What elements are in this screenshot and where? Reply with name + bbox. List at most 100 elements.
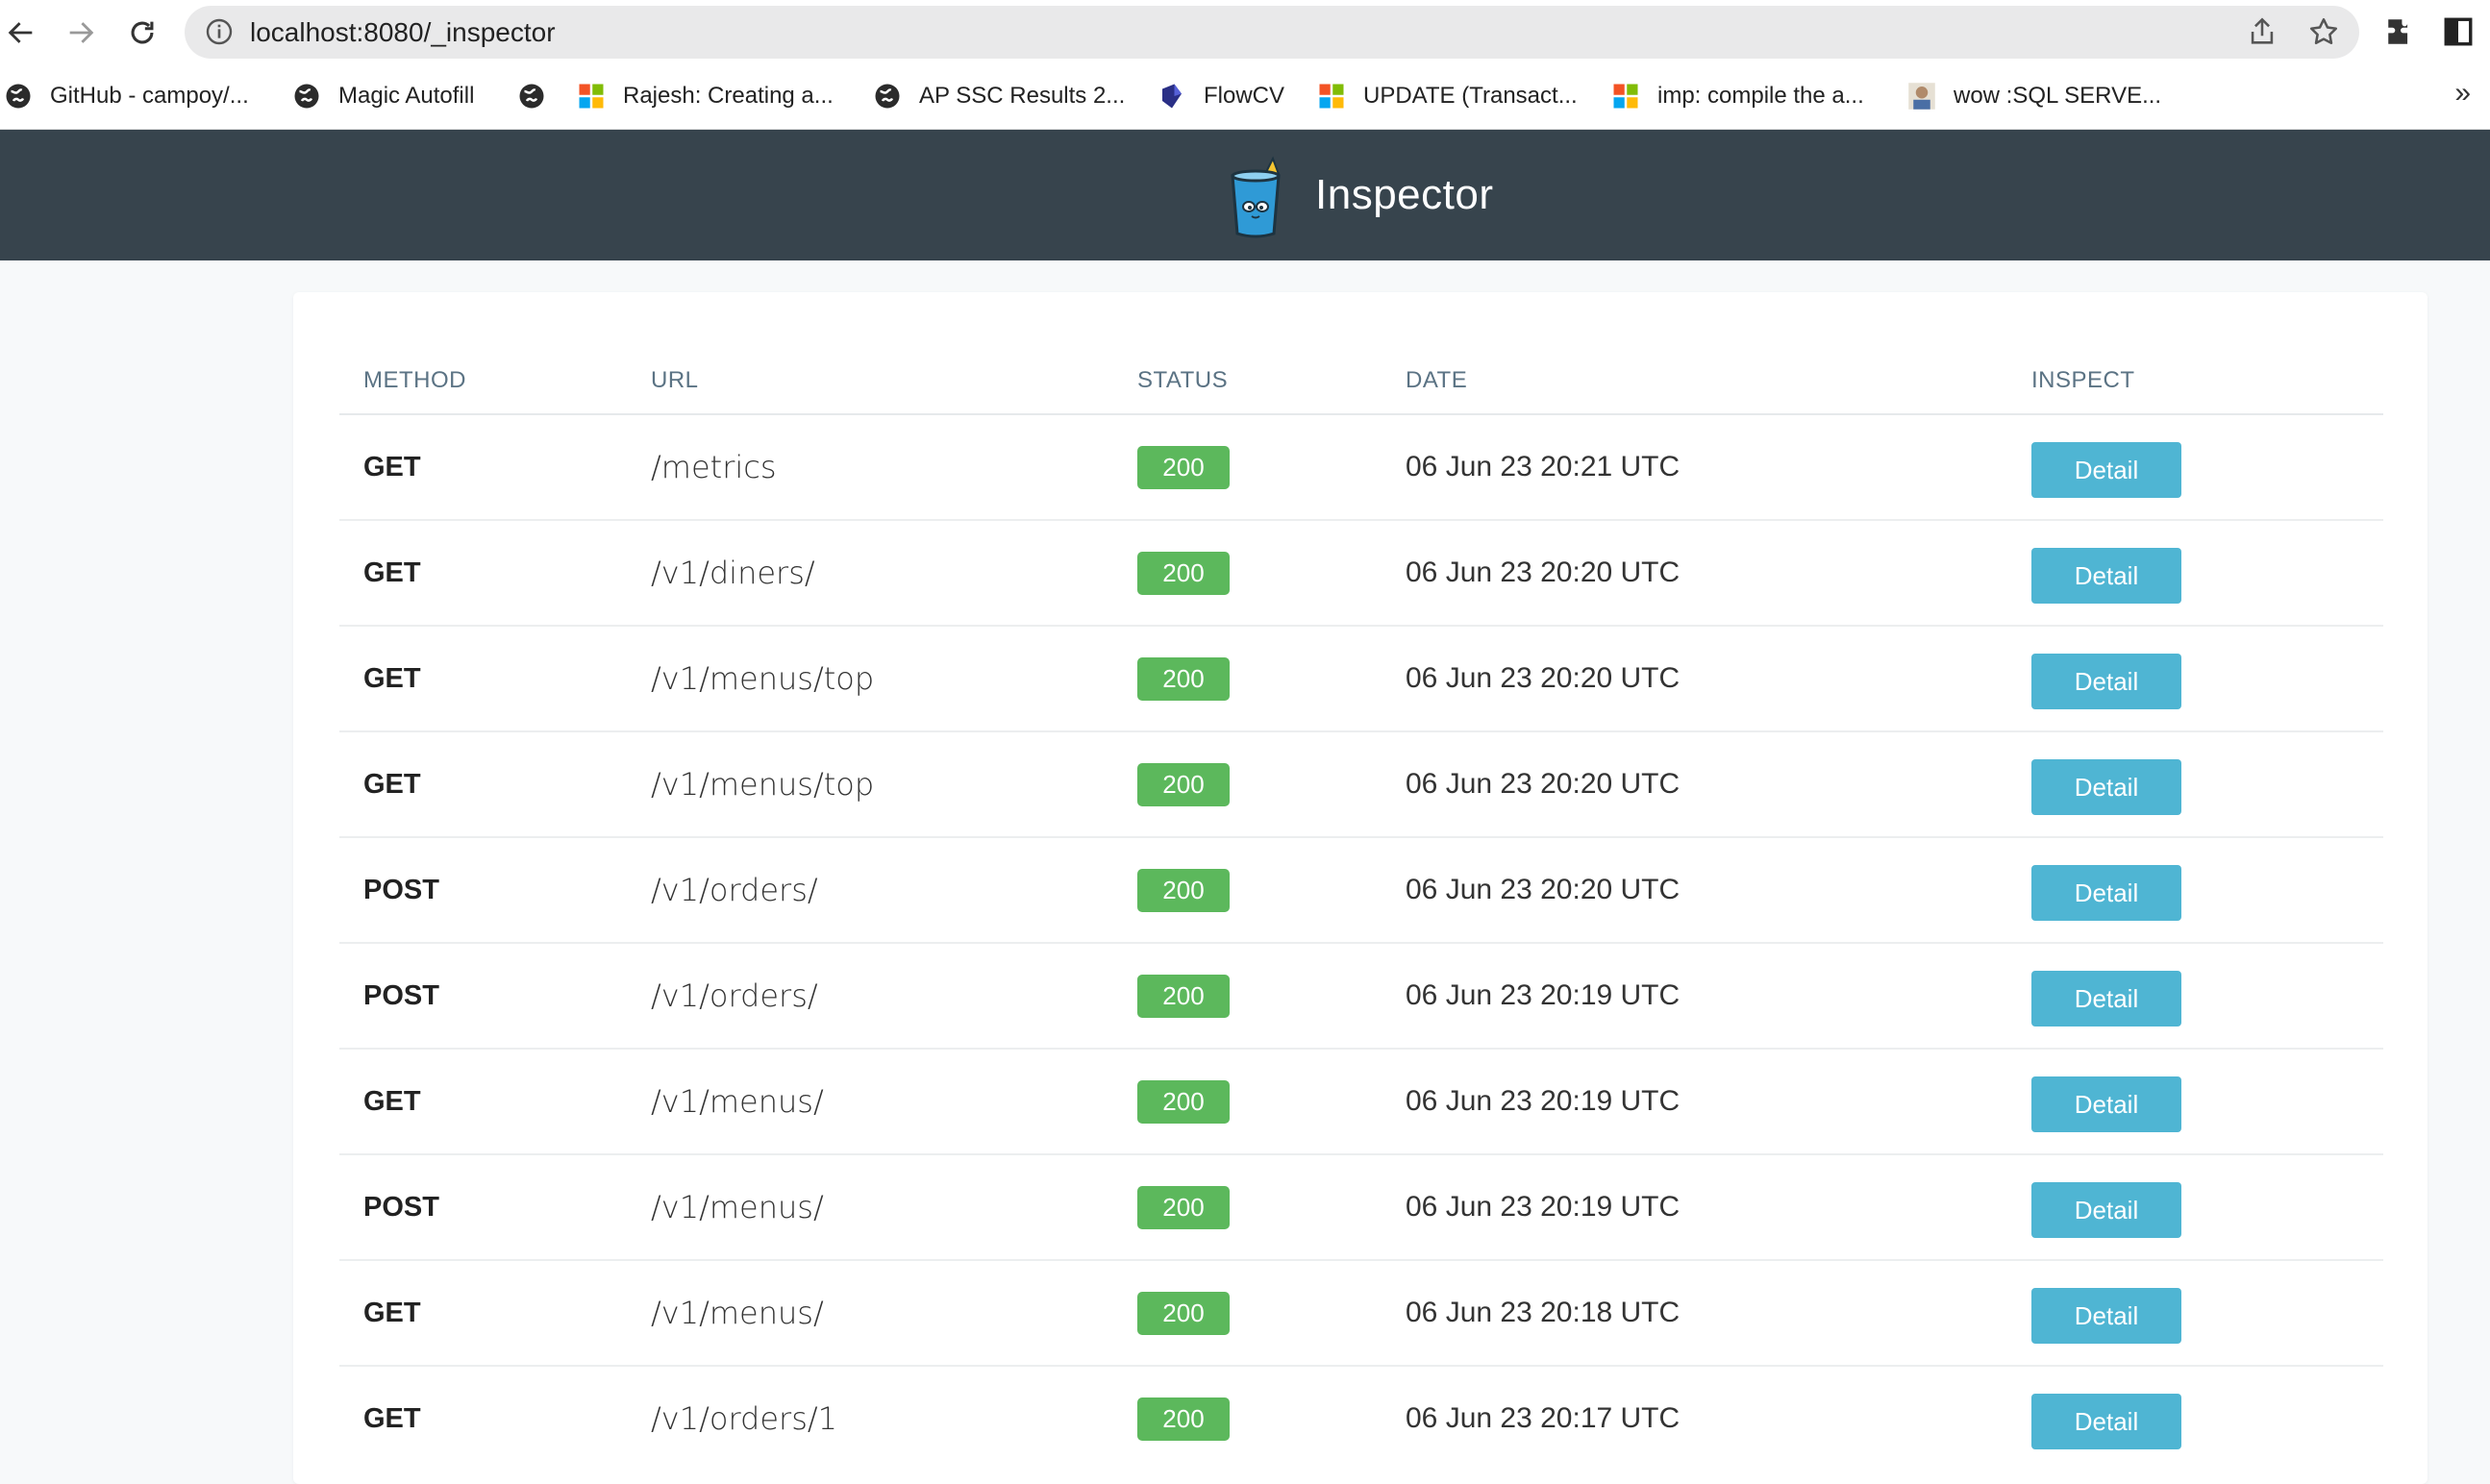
bookmark-item[interactable]: AP SSC Results 2... [873,77,1125,115]
arrow-left-icon [8,22,33,43]
status-badge: 200 [1137,1291,1230,1335]
method-cell: GET [363,662,421,694]
detail-button[interactable]: Detail [2031,865,2181,921]
arrow-right-icon [69,22,94,43]
requests-table: METHOD URL STATUS DATE INSPECT GET /metr… [339,340,2383,1471]
bookmark-label: Rajesh: Creating a... [623,83,834,109]
detail-button[interactable]: Detail [2031,1182,2181,1238]
status-badge: 200 [1137,762,1230,806]
reload-button[interactable] [121,12,163,54]
column-header-method: METHOD [363,367,466,393]
status-badge: 200 [1137,445,1230,489]
globe-icon [6,84,31,109]
app-header: Inspector [0,130,2490,260]
detail-button[interactable]: Detail [2031,548,2181,604]
bookmark-item[interactable]: Magic Autofill [292,77,474,115]
bookmark-label: Magic Autofill [338,83,475,109]
bookmark-item[interactable]: UPDATE (Transact... [1317,77,1578,115]
method-cell: GET [363,451,421,482]
detail-button[interactable]: Detail [2031,759,2181,815]
bookmark-item[interactable]: Rajesh: Creating a... [577,77,834,115]
reload-icon [131,21,154,44]
table-row: POST /v1/menus/ 200 06 Jun 23 20:19 UTC … [339,1155,2383,1261]
microsoft-icon [1319,84,1344,109]
avatar-icon [1908,83,1935,110]
browser-toolbar: localhost:8080/_inspector [0,0,2490,63]
url-cell: /v1/menus/top [651,766,875,803]
flowcv-icon [1162,84,1182,109]
share-icon[interactable] [2246,15,2278,48]
table-row: GET /v1/diners/ 200 06 Jun 23 20:20 UTC … [339,521,2383,627]
method-cell: GET [363,1402,421,1434]
table-row: GET /metrics 200 06 Jun 23 20:21 UTC Det… [339,415,2383,521]
method-cell: GET [363,768,421,800]
detail-button[interactable]: Detail [2031,1076,2181,1132]
table-row: GET /v1/menus/top 200 06 Jun 23 20:20 UT… [339,627,2383,732]
status-cell: 200 [1137,1050,1230,1153]
forward-button[interactable] [60,12,102,54]
method-cell: GET [363,1085,421,1117]
globe-icon [875,84,900,109]
status-badge: 200 [1137,974,1230,1018]
date-cell: 06 Jun 23 20:20 UTC [1406,662,1681,694]
back-button[interactable] [0,12,42,54]
more-bookmarks-button[interactable]: » [2454,77,2471,110]
url-cell: /v1/orders/ [651,872,818,908]
url-cell: /metrics [651,449,777,485]
bookmark-label: wow :SQL SERVE... [1954,83,2162,109]
inspect-cell: Detail [2031,732,2181,836]
date-cell: 06 Jun 23 20:21 UTC [1406,451,1681,482]
status-cell: 200 [1137,944,1230,1048]
date-cell: 06 Jun 23 20:18 UTC [1406,1297,1681,1328]
table-row: POST /v1/orders/ 200 06 Jun 23 20:19 UTC… [339,944,2383,1050]
status-cell: 200 [1137,1367,1230,1471]
globe-icon [294,84,319,109]
status-badge: 200 [1137,868,1230,912]
table-row: GET /v1/menus/ 200 06 Jun 23 20:18 UTC D… [339,1261,2383,1367]
detail-button[interactable]: Detail [2031,442,2181,498]
address-bar[interactable]: localhost:8080/_inspector [185,6,2359,59]
method-cell: GET [363,556,421,588]
microsoft-icon [579,84,604,109]
date-cell: 06 Jun 23 20:20 UTC [1406,768,1681,800]
info-icon[interactable] [204,16,235,47]
method-cell: POST [363,979,439,1011]
bookmark-label: UPDATE (Transact... [1363,83,1578,109]
date-cell: 06 Jun 23 20:19 UTC [1406,1085,1681,1117]
status-cell: 200 [1137,415,1230,519]
date-cell: 06 Jun 23 20:17 UTC [1406,1402,1681,1434]
bookmark-item[interactable]: wow :SQL SERVE... [1907,77,2161,115]
inspect-cell: Detail [2031,521,2181,625]
extensions-puzzle-icon[interactable] [2384,15,2417,48]
url-cell: /v1/menus/top [651,660,875,697]
bookmark-label: imp: compile the a... [1657,83,1864,109]
detail-button[interactable]: Detail [2031,1288,2181,1344]
bookmark-star-icon[interactable] [2307,15,2340,48]
detail-button[interactable]: Detail [2031,971,2181,1026]
date-cell: 06 Jun 23 20:20 UTC [1406,874,1681,905]
date-cell: 06 Jun 23 20:20 UTC [1406,556,1681,588]
method-cell: GET [363,1297,421,1328]
date-cell: 06 Jun 23 20:19 UTC [1406,979,1681,1011]
bookmark-item[interactable] [517,77,563,115]
inspector-logo-icon [1231,156,1281,238]
bookmarks-bar: GitHub - campoy/... Magic Autofill Rajes… [0,63,2490,130]
bookmark-label: AP SSC Results 2... [919,83,1126,109]
bookmark-item[interactable]: imp: compile the a... [1611,77,1864,115]
url-cell: /v1/menus/ [651,1083,824,1120]
bookmark-label: GitHub - campoy/... [50,83,249,109]
table-header: METHOD URL STATUS DATE INSPECT [339,340,2383,415]
table-row: GET /v1/menus/top 200 06 Jun 23 20:20 UT… [339,732,2383,838]
inspect-cell: Detail [2031,1155,2181,1259]
table-row: GET /v1/orders/1 200 06 Jun 23 20:17 UTC… [339,1367,2383,1471]
inspect-cell: Detail [2031,1367,2181,1471]
column-header-url: URL [651,367,699,393]
side-panel-icon[interactable] [2442,15,2475,48]
bookmark-item[interactable]: FlowCV [1158,77,1284,115]
bookmark-item[interactable]: GitHub - campoy/... [4,77,249,115]
method-cell: POST [363,1191,439,1223]
detail-button[interactable]: Detail [2031,654,2181,709]
url-text[interactable]: localhost:8080/_inspector [250,16,556,49]
inspect-cell: Detail [2031,838,2181,942]
detail-button[interactable]: Detail [2031,1394,2181,1449]
